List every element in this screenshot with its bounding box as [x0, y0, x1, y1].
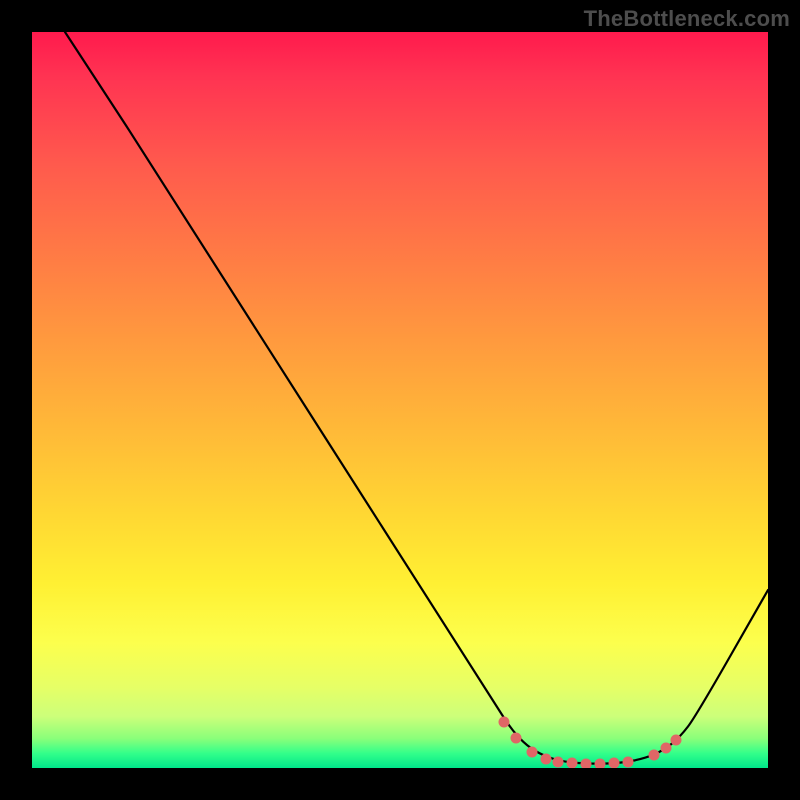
curve-marker [671, 735, 682, 746]
curve-marker [649, 750, 660, 761]
curve-marker [511, 733, 522, 744]
curve-marker [541, 754, 552, 765]
curve-marker [595, 759, 606, 769]
curve-marker [567, 758, 578, 769]
curve-marker [623, 757, 634, 768]
watermark-text: TheBottleneck.com [584, 6, 790, 32]
curve-svg [32, 32, 768, 768]
curve-marker [527, 747, 538, 758]
curve-marker [581, 759, 592, 769]
curve-marker [609, 758, 620, 769]
bottleneck-curve [65, 32, 768, 764]
curve-marker [499, 717, 510, 728]
plot-area [32, 32, 768, 768]
chart-frame: TheBottleneck.com [0, 0, 800, 800]
curve-marker [553, 757, 564, 768]
curve-markers [499, 717, 682, 769]
curve-marker [661, 743, 672, 754]
